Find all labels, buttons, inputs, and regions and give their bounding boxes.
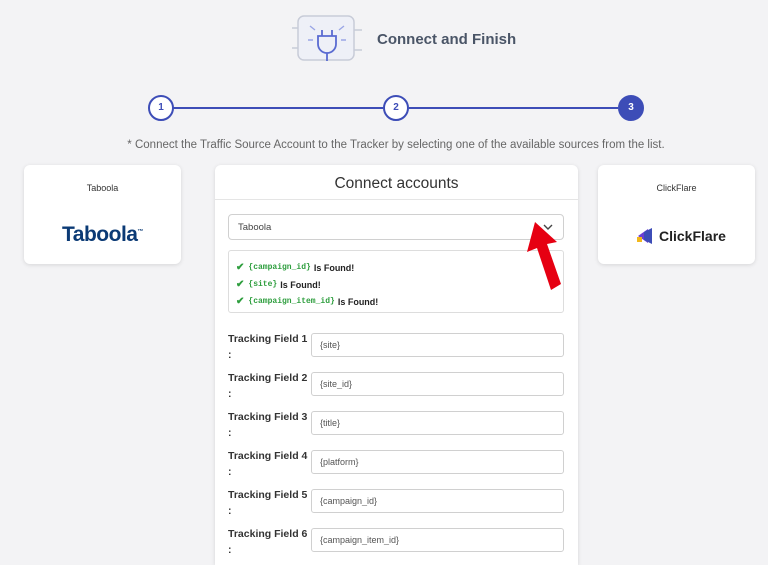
found-item: ✔ {campaign_item_id} Is Found! bbox=[236, 296, 379, 307]
clickflare-logo: ClickFlare bbox=[636, 227, 726, 245]
tracking-field-5: Tracking Field 5 : bbox=[228, 487, 564, 526]
tracking-field-6: Tracking Field 6 : bbox=[228, 526, 564, 565]
pointer-arrow-icon bbox=[527, 222, 561, 290]
connect-accounts-title: Connect accounts bbox=[334, 175, 459, 192]
check-icon: ✔ bbox=[236, 279, 245, 290]
header: Connect and Finish bbox=[0, 0, 768, 80]
step-1[interactable]: 1 bbox=[148, 95, 174, 121]
tracking-field-2: Tracking Field 2 : bbox=[228, 370, 564, 409]
traffic-source-card[interactable]: Taboola Taboola™ bbox=[24, 165, 181, 264]
found-tokens-box: ✔ {campaign_id} Is Found! ✔ {site} Is Found!… bbox=[228, 250, 564, 313]
tracking-field-input[interactable] bbox=[311, 489, 564, 513]
clickflare-logo-icon bbox=[637, 228, 652, 244]
tracking-field-label: Tracking Field 6 : bbox=[228, 528, 308, 556]
traffic-source-select[interactable]: Taboola bbox=[228, 214, 564, 240]
tracking-field-3: Tracking Field 3 : bbox=[228, 409, 564, 448]
tracking-field-1: Tracking Field 1 : bbox=[228, 331, 564, 370]
progress-stepper: 1 2 3 bbox=[148, 95, 644, 121]
step-connector bbox=[409, 107, 618, 109]
tracking-field-input[interactable] bbox=[311, 450, 564, 474]
tracking-field-input[interactable] bbox=[311, 411, 564, 435]
found-item: ✔ {site} Is Found! bbox=[236, 279, 321, 290]
tracking-field-4: Tracking Field 4 : bbox=[228, 448, 564, 487]
plug-icon bbox=[292, 15, 362, 61]
tracking-field-input[interactable] bbox=[311, 372, 564, 396]
connect-accounts-panel: Connect accounts Taboola ✔ {campaign_id} I… bbox=[215, 165, 578, 565]
tracking-field-label: Tracking Field 2 : bbox=[228, 372, 308, 400]
taboola-logo: Taboola™ bbox=[62, 223, 143, 246]
instruction-text: * Connect the Traffic Source Account to … bbox=[127, 139, 665, 151]
check-icon: ✔ bbox=[236, 262, 245, 273]
step-2[interactable]: 2 bbox=[383, 95, 409, 121]
tracker-name: ClickFlare bbox=[656, 183, 697, 193]
found-item: ✔ {campaign_id} Is Found! bbox=[236, 262, 355, 273]
tracking-field-label: Tracking Field 1 : bbox=[228, 333, 308, 361]
tracker-card[interactable]: ClickFlare ClickFlare bbox=[598, 165, 755, 264]
step-connector bbox=[172, 107, 383, 109]
traffic-source-name: Taboola bbox=[86, 183, 119, 193]
tracking-field-input[interactable] bbox=[311, 528, 564, 552]
tracking-field-input[interactable] bbox=[311, 333, 564, 357]
page-title: Connect and Finish bbox=[377, 31, 517, 48]
step-3[interactable]: 3 bbox=[618, 95, 644, 121]
check-icon: ✔ bbox=[236, 296, 245, 307]
tracking-field-label: Tracking Field 4 : bbox=[228, 450, 308, 478]
tracking-field-label: Tracking Field 5 : bbox=[228, 489, 308, 517]
selected-source: Taboola bbox=[238, 222, 272, 233]
tracking-field-label: Tracking Field 3 : bbox=[228, 411, 308, 439]
divider bbox=[215, 199, 578, 200]
